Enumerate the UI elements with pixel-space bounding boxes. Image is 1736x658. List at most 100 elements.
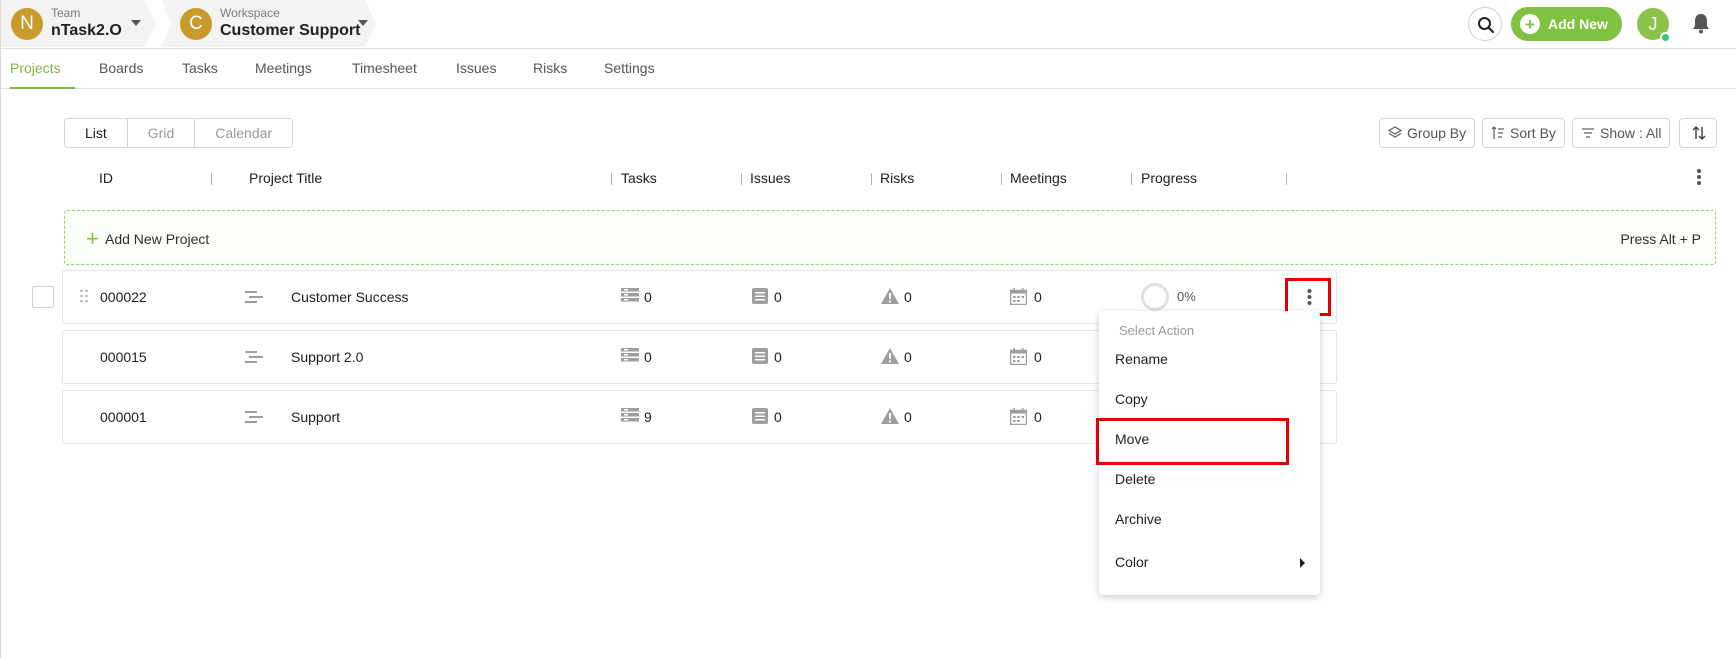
column-tasks[interactable]: Tasks (621, 170, 657, 186)
meetings-icon (1010, 408, 1027, 425)
plus-icon: + (1520, 14, 1540, 34)
search-button[interactable] (1468, 7, 1502, 41)
column-separator[interactable] (211, 173, 212, 185)
tab-timesheet[interactable]: Timesheet (352, 49, 417, 89)
add-new-project-label: Add New Project (105, 231, 210, 247)
workspace-label: Workspace (220, 6, 280, 21)
column-separator[interactable] (611, 173, 612, 185)
meetings-icon (1010, 348, 1027, 365)
sort-by-button[interactable]: Sort By (1482, 118, 1565, 148)
notification-bell-icon[interactable] (1691, 12, 1711, 34)
row-checkbox[interactable] (32, 286, 54, 308)
team-label: Team (51, 6, 81, 21)
online-status-dot (1660, 32, 1671, 43)
plus-icon: + (86, 226, 99, 251)
column-meetings[interactable]: Meetings (1010, 170, 1067, 186)
risks-icon (881, 348, 899, 364)
meetings-count: 0 (1034, 349, 1042, 365)
menu-item-rename[interactable]: Rename (1115, 351, 1168, 367)
column-separator[interactable] (1286, 173, 1287, 185)
project-title[interactable]: Customer Success (291, 289, 408, 305)
team-text: Team nTask2.O (51, 6, 122, 40)
risks-icon (881, 408, 899, 424)
menu-title: Select Action (1119, 323, 1195, 338)
project-title[interactable]: Support 2.0 (291, 349, 363, 365)
meetings-count: 0 (1034, 289, 1042, 305)
project-description-icon (245, 411, 263, 423)
show-filter-button[interactable]: Show : All (1572, 118, 1671, 148)
filter-icon (1582, 128, 1594, 138)
project-id: 000022 (100, 289, 147, 305)
menu-item-copy[interactable]: Copy (1115, 391, 1148, 407)
workspace-avatar: C (180, 7, 212, 40)
tab-projects[interactable]: Projects (10, 49, 75, 89)
column-separator[interactable] (871, 173, 872, 185)
menu-item-color[interactable]: Color (1115, 554, 1148, 570)
group-by-button[interactable]: Group By (1379, 118, 1476, 148)
team-chevron-down-icon[interactable] (131, 20, 141, 26)
tasks-icon (621, 348, 639, 362)
highlight-box (1096, 418, 1289, 465)
tab-meetings[interactable]: Meetings (255, 49, 312, 89)
workspace-name: Customer Support (220, 22, 361, 40)
more-vertical-icon (1307, 289, 1312, 305)
shortcut-hint: Press Alt + P (1620, 231, 1701, 247)
column-options-icon[interactable] (1696, 168, 1702, 186)
workspace-chevron-down-icon[interactable] (358, 20, 368, 26)
tasks-icon (621, 288, 639, 302)
add-new-project-row[interactable]: + Add New Project Press Alt + P (64, 210, 1716, 265)
progress-value: 0% (1177, 289, 1196, 304)
risks-icon (881, 288, 899, 304)
column-id[interactable]: ID (99, 170, 113, 186)
add-new-button[interactable]: + Add New (1511, 7, 1622, 41)
view-list-button[interactable]: List (65, 119, 128, 147)
meetings-count: 0 (1034, 409, 1042, 425)
view-calendar-button[interactable]: Calendar (195, 119, 293, 147)
column-progress[interactable]: Progress (1141, 170, 1197, 186)
layers-icon (1388, 126, 1402, 138)
risks-count: 0 (904, 289, 912, 305)
submenu-arrow-icon (1300, 558, 1305, 568)
team-name: nTask2.O (51, 22, 122, 40)
issues-icon (752, 408, 768, 424)
project-title[interactable]: Support (291, 409, 340, 425)
tab-tasks[interactable]: Tasks (182, 49, 218, 89)
column-risks[interactable]: Risks (880, 170, 914, 186)
workspace-selector[interactable]: C Workspace Customer Support (162, 0, 376, 47)
tab-boards[interactable]: Boards (99, 49, 143, 89)
tasks-icon (621, 408, 639, 422)
risks-count: 0 (904, 409, 912, 425)
tasks-count: 0 (644, 289, 652, 305)
swap-vertical-icon (1692, 125, 1706, 141)
sort-by-label: Sort By (1510, 125, 1556, 141)
issues-count: 0 (774, 289, 782, 305)
column-project-title[interactable]: Project Title (249, 170, 322, 186)
team-avatar: N (11, 7, 43, 40)
top-bar: N Team nTask2.O C Workspace Customer Sup… (1, 0, 1736, 49)
project-id: 000015 (100, 349, 147, 365)
show-filter-label: Show : All (1600, 125, 1662, 141)
sort-order-button[interactable] (1679, 118, 1717, 148)
view-toggle: List Grid Calendar (64, 118, 294, 148)
drag-handle-icon[interactable] (79, 289, 89, 303)
tasks-count: 0 (644, 349, 652, 365)
tab-risks[interactable]: Risks (533, 49, 567, 89)
issues-count: 0 (774, 409, 782, 425)
menu-item-delete[interactable]: Delete (1115, 471, 1155, 487)
column-separator[interactable] (741, 173, 742, 185)
view-grid-button[interactable]: Grid (127, 119, 196, 147)
tab-issues[interactable]: Issues (456, 49, 496, 89)
project-description-icon (245, 291, 263, 303)
menu-item-archive[interactable]: Archive (1115, 511, 1162, 527)
table-header: ID Project Title Tasks Issues Risks Meet… (1, 168, 1736, 190)
group-by-label: Group By (1407, 125, 1467, 141)
issues-icon (752, 288, 768, 304)
project-description-icon (245, 351, 263, 363)
meetings-icon (1010, 288, 1027, 305)
column-issues[interactable]: Issues (750, 170, 790, 186)
progress-ring (1141, 283, 1169, 311)
tab-settings[interactable]: Settings (604, 49, 655, 89)
column-separator[interactable] (1131, 173, 1132, 185)
workspace-text: Workspace Customer Support (220, 6, 361, 40)
column-separator[interactable] (1001, 173, 1002, 185)
